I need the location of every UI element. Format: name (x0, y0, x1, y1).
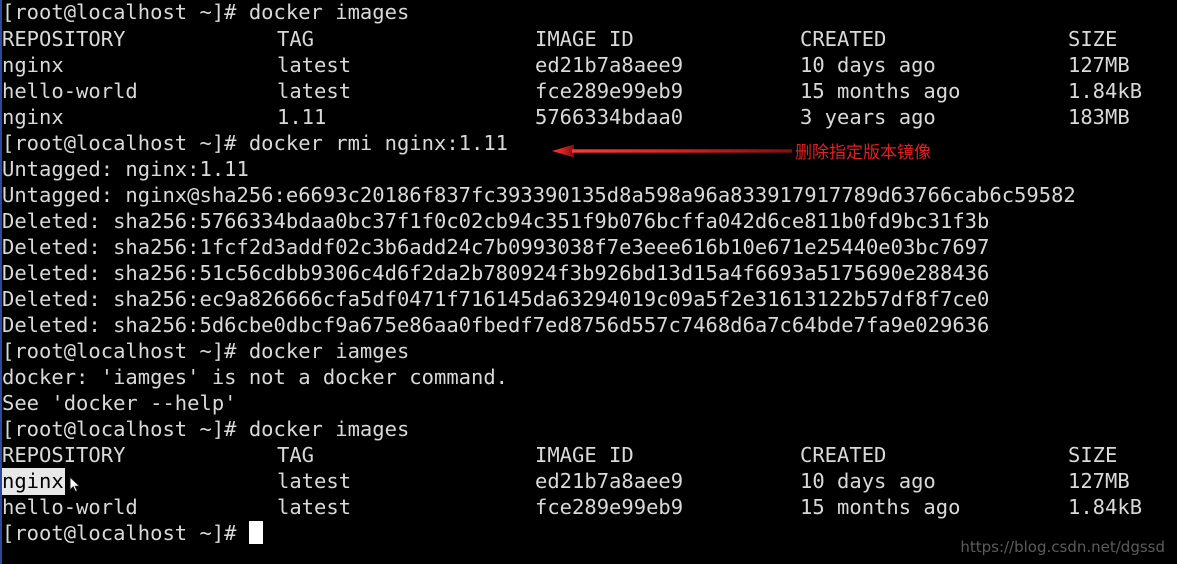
cell-tag: latest (277, 53, 352, 77)
output-line: Untagged: nginx@sha256:e6693c20186f837fc… (2, 183, 1076, 207)
command-line-active[interactable]: [root@localhost ~]# (2, 521, 263, 546)
shell-prompt: [root@localhost ~]# (2, 339, 249, 363)
column-header-image-id: IMAGE ID (535, 27, 634, 51)
terminal-window[interactable]: [root@localhost ~]# docker images REPOSI… (0, 0, 1177, 564)
output-line: Deleted: sha256:5766334bdaa0bc37f1f0c02c… (2, 209, 990, 233)
cell-tag: 1.11 (277, 105, 327, 129)
column-header-repository: REPOSITORY (2, 443, 126, 467)
cell-created: 15 months ago (800, 79, 961, 103)
column-header-size: SIZE (1068, 27, 1118, 51)
output-line: Deleted: sha256:ec9a826666cfa5df0471f716… (2, 287, 990, 311)
command-line-images-typo: [root@localhost ~]# docker iamges (2, 339, 409, 364)
cell-image-id: ed21b7a8aee9 (535, 469, 684, 493)
cell-size: 183MB (1068, 105, 1130, 129)
column-header-created: CREATED (800, 27, 887, 51)
cell-repository-selected[interactable]: nginx (1, 468, 277, 495)
selected-text[interactable]: nginx (1, 468, 65, 495)
table-header-row-1: REPOSITORY TAG IMAGE ID CREATED SIZE (2, 27, 1117, 52)
command-text: docker images (248, 417, 410, 441)
column-header-repository: REPOSITORY (2, 27, 126, 51)
error-output-line: See 'docker --help' (2, 391, 237, 415)
cell-repository: hello-world (2, 495, 138, 519)
table-row: nginx latest ed21b7a8aee9 10 days ago 127MB (1, 468, 1130, 495)
window-edge-stripe (0, 0, 2, 564)
watermark-url: https://blog.csdn.net/dgssd (960, 538, 1165, 556)
command-text: docker images (248, 0, 410, 24)
output-line: Deleted: sha256:51c56cdbb9306c4d6f2da2b7… (2, 261, 990, 285)
cell-size: 1.84kB (1068, 79, 1143, 103)
column-header-size: SIZE (1068, 443, 1118, 467)
cell-size: 1.84kB (1068, 495, 1143, 519)
cell-image-id: fce289e99eb9 (535, 79, 684, 103)
column-header-created: CREATED (800, 443, 887, 467)
cell-created: 3 years ago (800, 105, 936, 129)
cell-tag: latest (277, 495, 352, 519)
table-header-row-2: REPOSITORY TAG IMAGE ID CREATED SIZE (2, 443, 1117, 468)
cell-image-id: fce289e99eb9 (535, 495, 684, 519)
cell-image-id: 5766334bdaa0 (535, 105, 684, 129)
shell-prompt: [root@localhost ~]# (2, 521, 249, 545)
column-header-image-id: IMAGE ID (535, 443, 634, 467)
cell-tag: latest (277, 469, 352, 493)
column-header-tag: TAG (277, 27, 315, 51)
cell-tag: latest (277, 79, 352, 103)
annotation-arrow-icon (552, 144, 792, 158)
cell-size: 127MB (1068, 53, 1130, 77)
command-text: docker iamges (248, 339, 410, 363)
table-row: hello-world latest fce289e99eb9 15 months a… (2, 495, 1142, 520)
cell-repository: nginx (2, 53, 64, 77)
command-text: docker rmi nginx:1.11 (248, 131, 509, 155)
terminal-screen[interactable]: [root@localhost ~]# docker images REPOSI… (0, 0, 1177, 564)
text-cursor[interactable] (248, 521, 263, 544)
shell-prompt: [root@localhost ~]# (2, 417, 249, 441)
command-line-images-2: [root@localhost ~]# docker images (2, 417, 409, 442)
column-header-tag: TAG (277, 443, 315, 467)
annotation-label: 删除指定版本镜像 (795, 143, 931, 163)
table-row: nginx 1.11 5766334bdaa0 3 years ago 183MB (2, 105, 1130, 130)
shell-prompt: [root@localhost ~]# (2, 0, 249, 24)
output-line: Deleted: sha256:1fcf2d3addf02c3b6add24c7… (2, 235, 990, 259)
output-line: Untagged: nginx:1.11 (2, 157, 249, 181)
command-line-images-1: [root@localhost ~]# docker images (2, 0, 409, 25)
table-row: hello-world latest fce289e99eb9 15 months a… (2, 79, 1142, 104)
table-row: nginx latest ed21b7a8aee9 10 days ago 127MB (2, 53, 1130, 78)
cell-image-id: ed21b7a8aee9 (535, 53, 684, 77)
cell-created: 10 days ago (800, 469, 936, 493)
cell-repository: hello-world (2, 79, 138, 103)
cell-created: 10 days ago (800, 53, 936, 77)
cell-repository: nginx (2, 105, 64, 129)
command-line-rmi: [root@localhost ~]# docker rmi nginx:1.1… (2, 131, 508, 156)
cell-created: 15 months ago (800, 495, 961, 519)
mouse-pointer-icon (69, 476, 81, 493)
output-line: Deleted: sha256:5d6cbe0dbcf9a675e86aa0fb… (2, 313, 990, 337)
error-output-line: docker: 'iamges' is not a docker command… (2, 365, 509, 389)
shell-prompt: [root@localhost ~]# (2, 131, 249, 155)
cell-size: 127MB (1068, 469, 1130, 493)
